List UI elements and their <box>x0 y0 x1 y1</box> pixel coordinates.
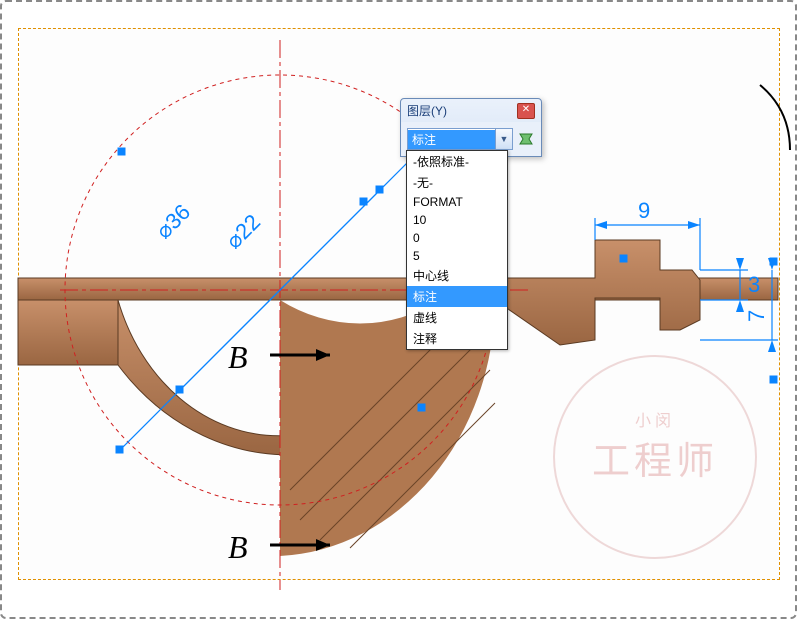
layer-option[interactable]: 中心线 <box>407 265 507 286</box>
svg-text:B: B <box>228 529 248 565</box>
layer-option[interactable]: 虚线 <box>407 307 507 328</box>
layer-dialog[interactable]: 图层(Y) ✕ 标注 ▼ <box>400 98 542 157</box>
drawing-canvas[interactable]: ⌀36 ⌀22 9 3 <box>0 0 797 619</box>
dimension-h7[interactable]: 7 <box>700 258 778 383</box>
layer-option[interactable]: FORMAT <box>407 193 507 211</box>
dialog-titlebar[interactable]: 图层(Y) ✕ <box>401 99 541 122</box>
layer-option[interactable]: -依照标准- <box>407 151 507 172</box>
layer-option[interactable]: -无- <box>407 172 507 193</box>
layer-option[interactable]: 标注 <box>407 286 507 307</box>
dimension-d36[interactable]: ⌀36 <box>151 199 195 243</box>
layer-option[interactable]: 10 <box>407 211 507 229</box>
layer-option[interactable]: 5 <box>407 247 507 265</box>
cad-viewport[interactable]: ⌀36 ⌀22 9 3 <box>0 0 797 619</box>
svg-text:B: B <box>228 339 248 375</box>
layer-option[interactable]: 注释 <box>407 328 507 349</box>
layer-help-icon[interactable] <box>517 130 535 148</box>
svg-text:3: 3 <box>748 272 760 297</box>
layer-dropdown-list[interactable]: -依照标准--无-FORMAT1005中心线标注虚线注释 <box>406 150 508 350</box>
svg-text:9: 9 <box>638 198 650 223</box>
layer-option[interactable]: 0 <box>407 229 507 247</box>
svg-text:7: 7 <box>744 310 769 322</box>
chevron-down-icon[interactable]: ▼ <box>495 129 512 149</box>
layer-combobox[interactable]: 标注 ▼ <box>407 128 513 150</box>
close-button[interactable]: ✕ <box>517 103 535 119</box>
dialog-title: 图层(Y) <box>407 102 447 119</box>
combobox-selection: 标注 <box>408 130 495 149</box>
dimension-d22[interactable]: ⌀22 <box>221 209 265 253</box>
